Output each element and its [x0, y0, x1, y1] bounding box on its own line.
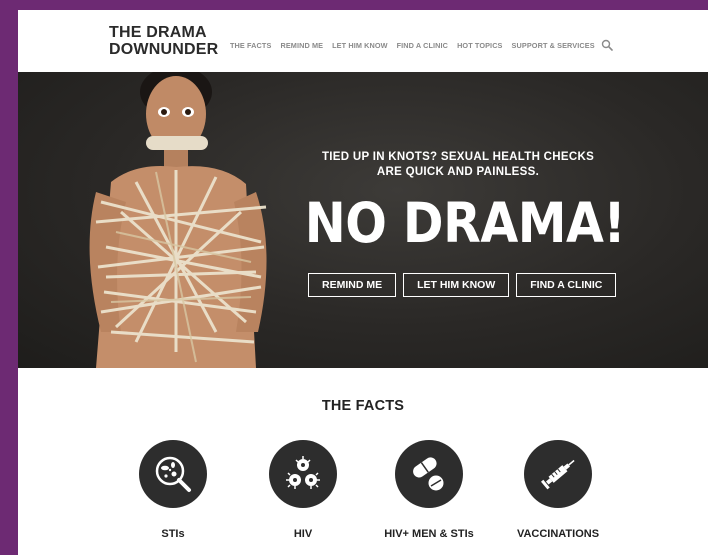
search-icon[interactable] — [601, 39, 613, 51]
hero-image-man-tied-in-rope — [89, 72, 267, 368]
facts-section-title: THE FACTS — [321, 398, 405, 414]
nav-item-support-services[interactable]: SUPPORT & SERVICES — [512, 41, 595, 50]
syringe-icon — [524, 440, 592, 508]
find-a-clinic-button[interactable]: FIND A CLINIC — [516, 273, 617, 297]
nav-item-the-facts[interactable]: THE FACTS — [230, 41, 271, 50]
fact-label-vaccinations: VACCINATIONS — [516, 528, 600, 540]
microscope-icon — [139, 440, 207, 508]
hero-subheading: TIED UP IN KNOTS? SEXUAL HEALTH CHECKS A… — [321, 151, 595, 178]
hero-button-group: REMIND ME LET HIM KNOW FIND A CLINIC — [308, 273, 617, 297]
fact-label-stis: STIs — [161, 528, 185, 540]
virus-icon — [269, 440, 337, 508]
main-nav: THE FACTS REMIND ME LET HIM KNOW FIND A … — [230, 39, 613, 51]
logo-line-1: THE DRAMA — [109, 24, 207, 41]
nav-item-let-him-know[interactable]: LET HIM KNOW — [332, 41, 388, 50]
hero-headline: NO DRAMA! — [304, 191, 626, 256]
hero-banner: TIED UP IN KNOTS? SEXUAL HEALTH CHECKS A… — [18, 72, 708, 368]
fact-card-hiv[interactable]: HIV — [248, 440, 358, 540]
fact-card-stis[interactable]: STIs — [118, 440, 228, 540]
fact-card-vaccinations[interactable]: VACCINATIONS — [503, 440, 613, 540]
nav-item-find-a-clinic[interactable]: FIND A CLINIC — [397, 41, 448, 50]
pills-icon — [395, 440, 463, 508]
fact-label-hiv-men-stis: HIV+ MEN & STIs — [384, 528, 474, 540]
fact-card-hiv-men-stis[interactable]: HIV+ MEN & STIs — [374, 440, 484, 540]
site-header: THE DRAMA DOWNUNDER THE FACTS REMIND ME … — [18, 10, 708, 72]
site-logo[interactable]: THE DRAMA DOWNUNDER — [109, 24, 218, 58]
nav-item-hot-topics[interactable]: HOT TOPICS — [457, 41, 502, 50]
nav-item-remind-me[interactable]: REMIND ME — [280, 41, 323, 50]
remind-me-button[interactable]: REMIND ME — [308, 273, 397, 297]
let-him-know-button[interactable]: LET HIM KNOW — [403, 273, 510, 297]
logo-line-2: DOWNUNDER — [109, 41, 219, 58]
browser-page: THE DRAMA DOWNUNDER THE FACTS REMIND ME … — [18, 10, 708, 555]
fact-label-hiv: HIV — [293, 528, 313, 540]
